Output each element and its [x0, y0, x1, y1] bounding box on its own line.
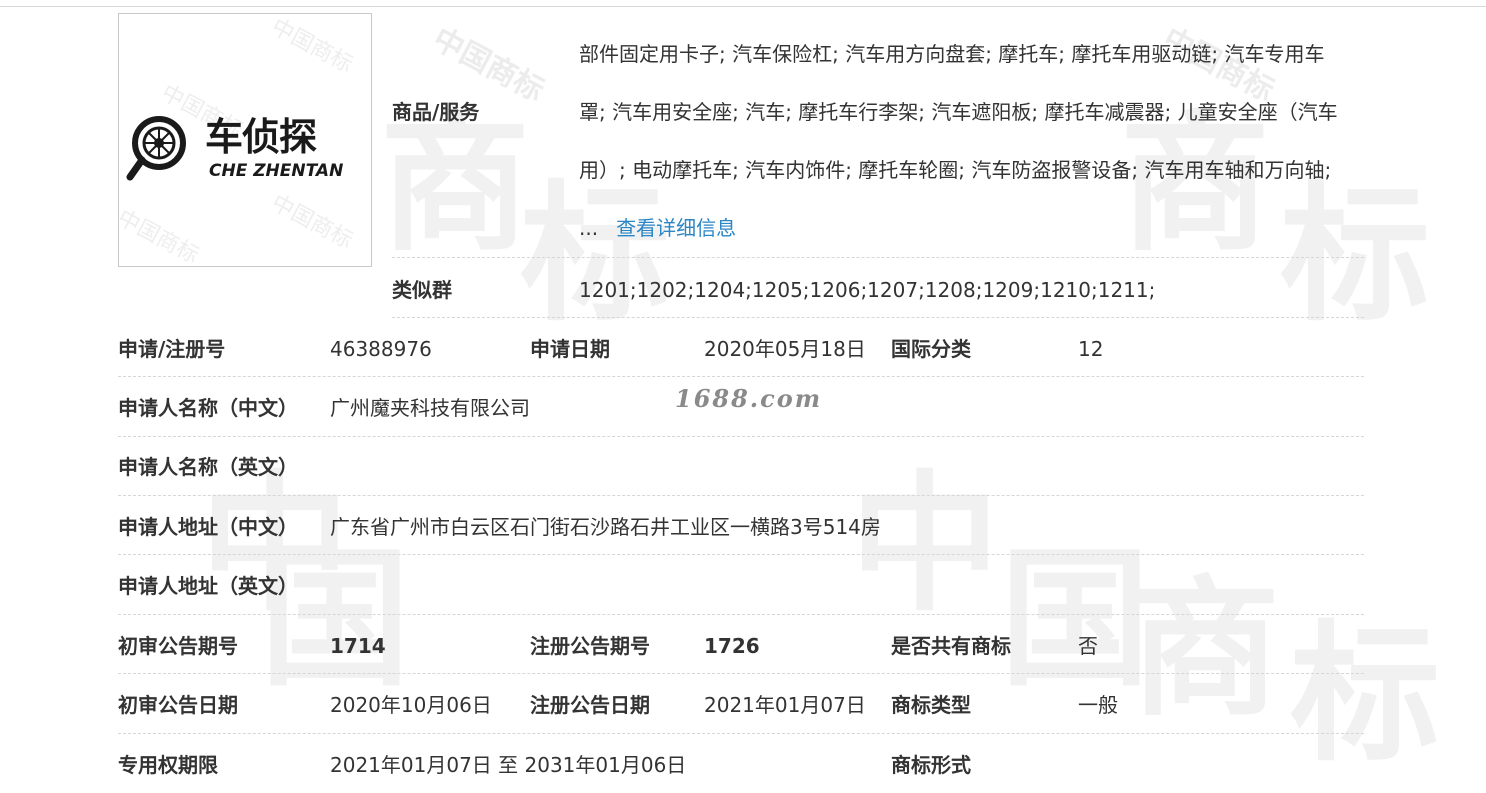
- similar-group-value: 1201;1202;1204;1205;1206;1207;1208;1209;…: [579, 278, 1156, 302]
- site-watermark: 1688.com: [675, 384, 823, 413]
- shared-mark-value: 否: [1078, 634, 1098, 658]
- background-watermark: 中: [850, 458, 1001, 632]
- goods-label: 商品/服务: [392, 100, 480, 124]
- mark-form-label: 商标形式: [891, 753, 971, 777]
- address-cn-label: 申请人地址（中文）: [118, 515, 298, 539]
- applicant-en-label: 申请人名称（英文）: [118, 455, 298, 479]
- prelim-date-label: 初审公告日期: [118, 693, 238, 717]
- background-watermark: 标: [1280, 168, 1431, 342]
- row-divider: [118, 376, 1364, 377]
- address-cn-value: 广东省广州市白云区石门街石沙路石井工业区一横路3号514房: [330, 515, 881, 539]
- view-details-link[interactable]: 查看详细信息: [616, 216, 736, 240]
- background-watermark: 标: [1290, 608, 1441, 782]
- prelim-date-value: 2020年10月06日: [330, 693, 492, 717]
- row-divider: [118, 554, 1364, 555]
- background-watermark: 商: [380, 98, 531, 272]
- row-divider: [118, 495, 1364, 496]
- background-watermark: 商: [1130, 563, 1281, 737]
- apply-date-label: 申请日期: [530, 337, 610, 361]
- mark-type-value: 一般: [1078, 693, 1118, 717]
- logo-watermark: 中国商标: [118, 205, 203, 267]
- reg-no-label: 申请/注册号: [118, 337, 226, 361]
- apply-date-value: 2020年05月18日: [704, 337, 866, 361]
- logo-watermark: 中国商标: [267, 190, 357, 254]
- reg-issue-value: 1726: [704, 634, 760, 658]
- prelim-issue-value: 1714: [330, 634, 386, 658]
- goods-ellipsis: ...: [579, 216, 599, 240]
- trademark-image: 中国商标 中国商标 中国商标 中国商标 车侦探 CHE ZHENTAN: [118, 13, 372, 267]
- prelim-issue-label: 初审公告期号: [118, 634, 238, 658]
- mark-type-label: 商标类型: [891, 693, 971, 717]
- shared-mark-label: 是否共有商标: [891, 634, 1011, 658]
- magnifier-tire-icon: [126, 116, 186, 181]
- goods-line: 用）; 电动摩托车; 汽车内饰件; 摩托车轮圈; 汽车防盗报警设备; 汽车用车轴…: [579, 158, 1332, 182]
- reg-issue-label: 注册公告期号: [530, 634, 650, 658]
- applicant-cn-label: 申请人名称（中文）: [118, 396, 298, 420]
- row-divider: [118, 733, 1364, 734]
- goods-line-last: ... 查看详细信息: [579, 216, 1374, 240]
- row-divider: [118, 436, 1364, 437]
- goods-line: 罩; 汽车用安全座; 汽车; 摩托车行李架; 汽车遮阳板; 摩托车减震器; 儿童…: [579, 100, 1338, 124]
- row-divider: [118, 614, 1364, 615]
- background-watermark: 标: [520, 168, 671, 342]
- row-divider: [392, 317, 1364, 318]
- exclusive-period-label: 专用权期限: [118, 753, 218, 777]
- goods-line: 部件固定用卡子; 汽车保险杠; 汽车用方向盘套; 摩托车; 摩托车用驱动链; 汽…: [579, 42, 1325, 66]
- intl-class-label: 国际分类: [891, 337, 971, 361]
- logo-brand-en: CHE ZHENTAN: [209, 161, 344, 181]
- address-en-label: 申请人地址（英文）: [118, 574, 298, 598]
- reg-date-label: 注册公告日期: [530, 693, 650, 717]
- top-divider: [0, 6, 1486, 7]
- background-watermark: 中国商标: [427, 21, 550, 109]
- row-divider: [118, 673, 1364, 674]
- row-divider: [392, 257, 1364, 258]
- exclusive-period-value: 2021年01月07日 至 2031年01月06日: [330, 753, 687, 777]
- logo-watermark: 中国商标: [267, 14, 357, 78]
- reg-no-value: 46388976: [330, 337, 432, 361]
- reg-date-value: 2021年01月07日: [704, 693, 866, 717]
- logo-brand-cn: 车侦探: [205, 115, 317, 159]
- similar-group-label: 类似群: [392, 278, 452, 302]
- applicant-cn-value: 广州魔夹科技有限公司: [330, 396, 530, 420]
- intl-class-value: 12: [1078, 337, 1104, 361]
